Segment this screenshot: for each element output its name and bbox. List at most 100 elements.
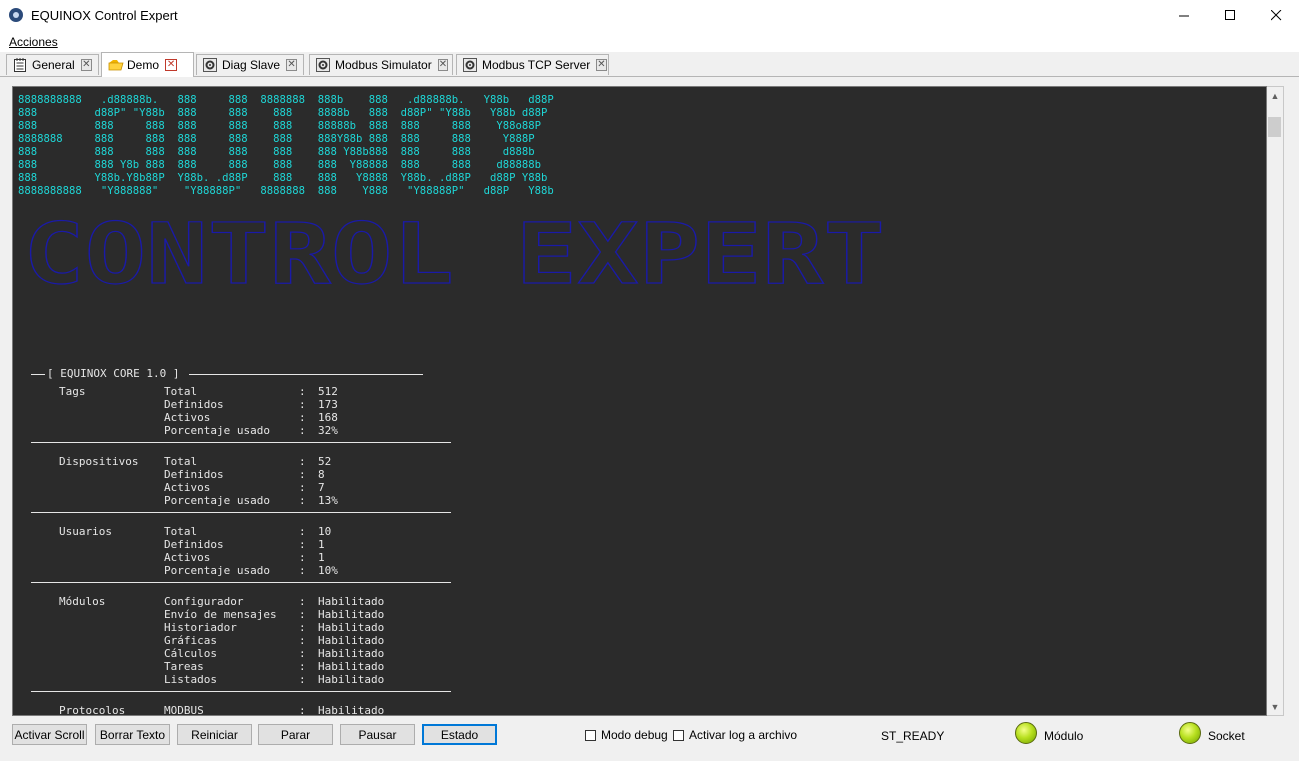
row-colon: : — [299, 525, 306, 538]
row-colon: : — [299, 398, 306, 411]
separator-line — [189, 374, 423, 375]
row-value: Habilitado — [318, 608, 385, 621]
row-value: 7 — [318, 481, 325, 494]
row-key: Activos — [164, 551, 211, 564]
section-header: [ EQUINOX CORE 1.0 ] — [47, 367, 180, 380]
row-colon: : — [299, 468, 306, 481]
big-title-outline: CONTROL EXPERT — [22, 217, 885, 289]
row-value: Habilitado — [318, 595, 385, 608]
reiniciar-button[interactable]: Reiniciar — [177, 724, 252, 745]
row-key: Activos — [164, 411, 211, 424]
folder-icon — [108, 58, 124, 72]
tab-label: Diag Slave — [222, 58, 281, 72]
row-value: 32% — [318, 424, 338, 437]
row-colon: : — [299, 385, 306, 398]
checkbox-label: Activar log a archivo — [689, 728, 798, 742]
row-key: Definidos — [164, 538, 224, 551]
checkbox-box[interactable] — [673, 729, 684, 741]
tab-close-button[interactable]: ✕ — [286, 59, 297, 71]
row-colon: : — [299, 595, 306, 608]
row-colon: : — [299, 647, 306, 660]
scroll-thumb[interactable] — [1268, 117, 1281, 137]
log-archivo-checkbox[interactable]: Activar log a archivo — [673, 728, 797, 742]
row-key: Tareas — [164, 660, 204, 673]
section-name: Usuarios — [59, 525, 112, 538]
row-colon: : — [299, 608, 306, 621]
tab-close-button[interactable]: ✕ — [596, 59, 607, 71]
tab-close-button[interactable]: ✕ — [80, 59, 92, 71]
section-name: Dispositivos — [59, 455, 139, 468]
row-key: Total — [164, 385, 198, 398]
row-colon: : — [299, 455, 306, 468]
gear-icon — [463, 58, 477, 72]
bottom-toolbar: Activar Scroll Borrar Texto Reiniciar Pa… — [0, 718, 1299, 761]
ascii-banner: 8888888888 .d88888b. 888 888 8888888 888… — [18, 94, 554, 197]
row-colon: : — [299, 621, 306, 634]
row-value: 10% — [318, 564, 338, 577]
row-key: Cálculos — [164, 647, 217, 660]
row-key: Gráficas — [164, 634, 217, 647]
tab-diag-slave[interactable]: Diag Slave ✕ — [196, 54, 304, 75]
row-colon: : — [299, 673, 306, 686]
parar-button[interactable]: Parar — [258, 724, 333, 745]
minimize-icon — [1178, 15, 1189, 17]
maximize-icon — [1224, 10, 1235, 20]
row-key: Configurador — [164, 595, 244, 608]
title-bar: EQUINOX Control Expert — [0, 0, 1299, 33]
row-colon: : — [299, 660, 306, 673]
row-value: 10 — [318, 525, 332, 538]
status-text: ST_READY — [881, 729, 945, 743]
tab-modbus-simulator[interactable]: Modbus Simulator ✕ — [309, 54, 453, 75]
row-value: 13% — [318, 494, 338, 507]
row-key: Porcentaje usado — [164, 494, 270, 507]
section-name: Protocolos — [59, 704, 126, 716]
app-logo-icon — [9, 8, 23, 22]
borrar-texto-button[interactable]: Borrar Texto — [95, 724, 170, 745]
row-value: 8 — [318, 468, 325, 481]
pausar-button[interactable]: Pausar — [340, 724, 415, 745]
maximize-button[interactable] — [1207, 0, 1253, 31]
row-key: Porcentaje usado — [164, 424, 270, 437]
scroll-up-arrow[interactable]: ▲ — [1267, 87, 1283, 104]
row-key: Porcentaje usado — [164, 564, 270, 577]
row-key: Total — [164, 525, 198, 538]
tab-modbus-tcp-server[interactable]: Modbus TCP Server ✕ — [456, 54, 609, 75]
tab-demo[interactable]: Demo ✕ — [101, 52, 194, 77]
tab-close-button[interactable]: ✕ — [165, 59, 178, 71]
socket-label: Socket — [1208, 729, 1245, 743]
row-colon: : — [299, 411, 306, 424]
socket-status-led-icon — [1179, 722, 1201, 744]
minimize-button[interactable] — [1161, 0, 1207, 31]
modo-debug-checkbox[interactable]: Modo debug — [585, 728, 668, 742]
tab-close-button[interactable]: ✕ — [437, 59, 449, 71]
activar-scroll-button[interactable]: Activar Scroll — [12, 724, 87, 745]
tab-label: Modbus Simulator — [335, 58, 432, 72]
separator-line — [31, 442, 451, 443]
row-value: 512 — [318, 385, 338, 398]
separator-line — [31, 374, 45, 375]
row-key: Definidos — [164, 398, 224, 411]
row-value: Habilitado — [318, 660, 385, 673]
tab-general[interactable]: General ✕ — [6, 54, 99, 75]
row-value: 1 — [318, 551, 325, 564]
row-value: Habilitado — [318, 647, 385, 660]
menu-bar: Acciones — [0, 32, 1299, 52]
row-key: Historiador — [164, 621, 237, 634]
row-colon: : — [299, 564, 306, 577]
close-icon — [1270, 10, 1281, 21]
console-output[interactable]: 8888888888 .d88888b. 888 888 8888888 888… — [12, 86, 1267, 716]
close-window-button[interactable] — [1253, 0, 1299, 31]
vertical-scrollbar[interactable]: ▲ ▼ — [1267, 86, 1284, 716]
row-colon: : — [299, 494, 306, 507]
row-colon: : — [299, 634, 306, 647]
checkbox-box[interactable] — [585, 729, 596, 741]
menu-acciones[interactable]: Acciones — [9, 35, 58, 49]
row-key: Total — [164, 455, 198, 468]
scroll-down-arrow[interactable]: ▼ — [1267, 698, 1283, 715]
row-value: 173 — [318, 398, 338, 411]
row-value: Habilitado — [318, 704, 385, 716]
row-key: Envío de mensajes — [164, 608, 277, 621]
estado-button[interactable]: Estado — [422, 724, 497, 745]
separator-line — [31, 691, 451, 692]
section-name: Tags — [59, 385, 86, 398]
